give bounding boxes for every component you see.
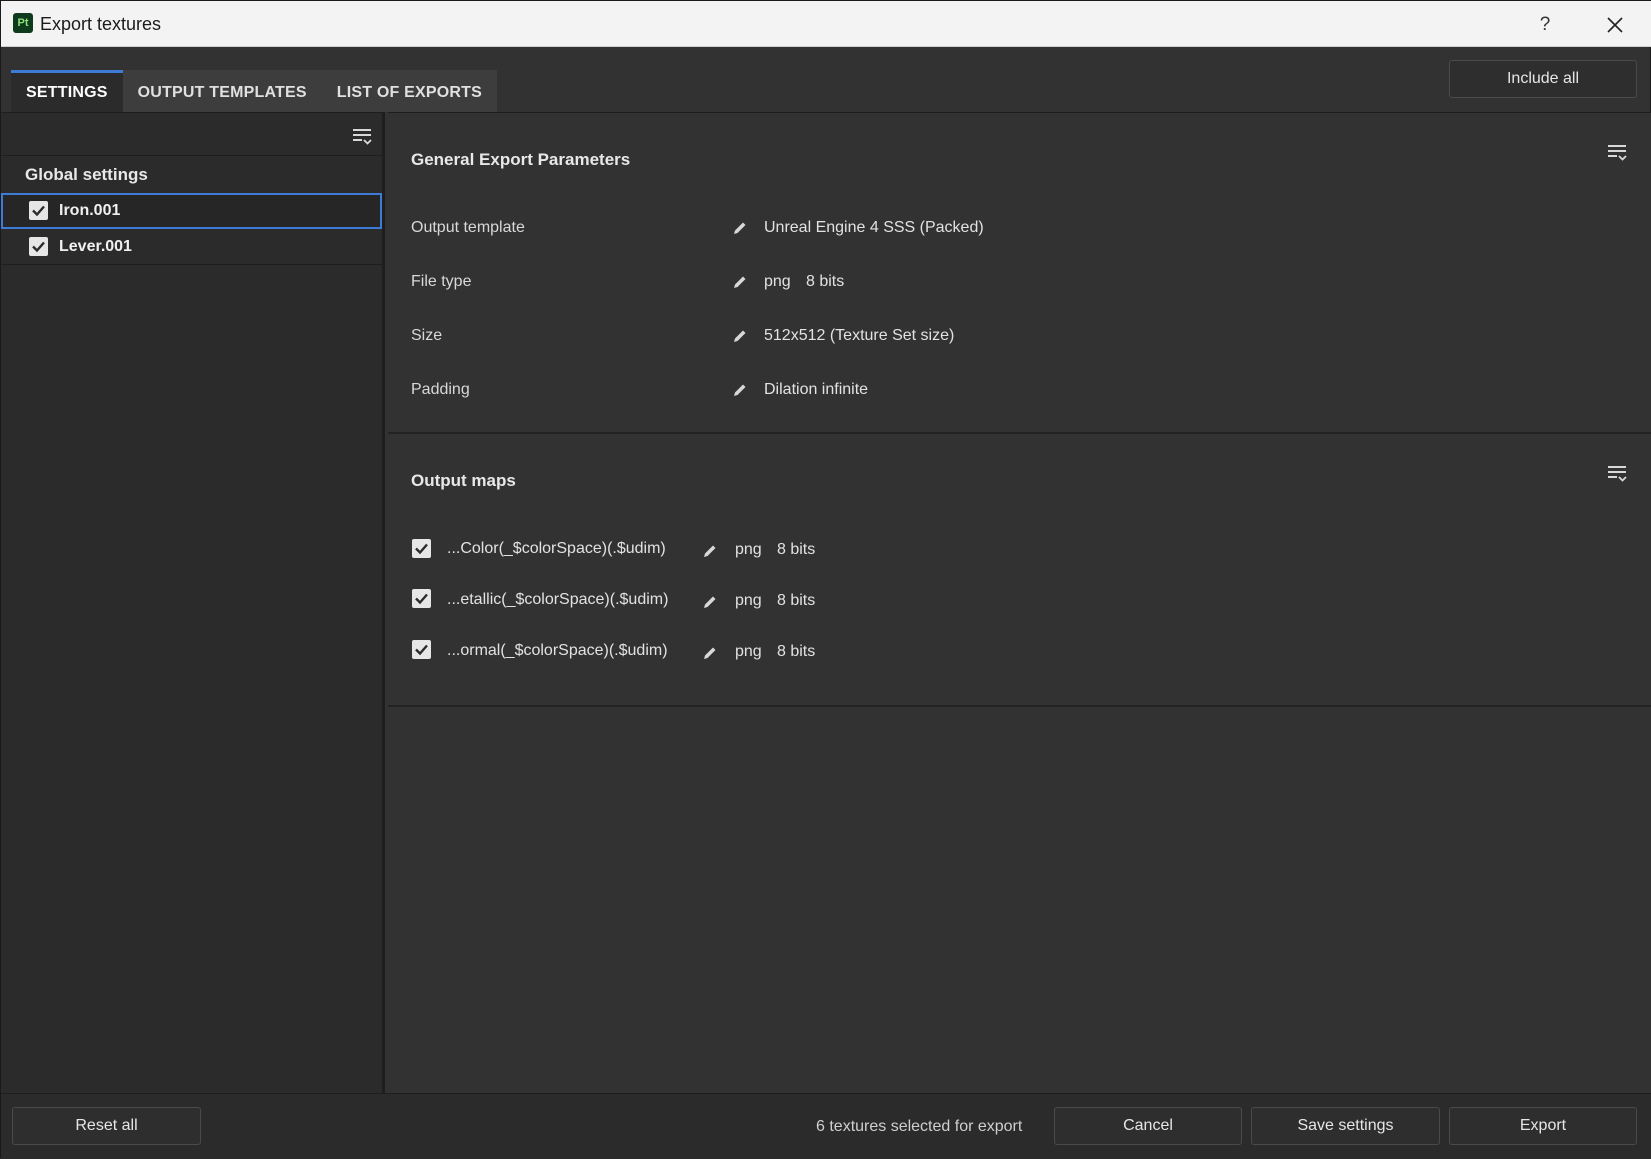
tab-settings[interactable]: SETTINGS	[11, 70, 123, 112]
size-edit-button[interactable]	[732, 328, 748, 344]
checkbox-checked-icon	[415, 593, 428, 605]
texture-set-menu-button[interactable]	[351, 125, 373, 152]
close-icon	[1607, 17, 1623, 33]
window-title: Export textures	[40, 14, 162, 34]
texture-set-checkbox[interactable]	[29, 237, 48, 256]
map-checkbox[interactable]	[412, 539, 431, 558]
map-edit-button[interactable]	[702, 645, 718, 661]
include-all-button[interactable]: Include all	[1449, 60, 1637, 98]
texture-set-panel: Global settings Iron.001 Lever.001	[1, 112, 385, 1093]
section-divider	[388, 432, 1651, 434]
map-name[interactable]: ...etallic(_$colorSpace)(.$udim)	[447, 591, 668, 609]
map-checkbox[interactable]	[412, 640, 431, 659]
reset-all-button[interactable]: Reset all	[12, 1107, 201, 1145]
section-divider	[388, 705, 1651, 707]
file-type-bits: 8 bits	[806, 273, 845, 290]
save-settings-button[interactable]: Save settings	[1251, 1107, 1440, 1145]
app-icon: Pt	[13, 13, 33, 33]
size-value: 512x512 (Texture Set size)	[764, 327, 955, 344]
map-name[interactable]: ...ormal(_$colorSpace)(.$udim)	[447, 642, 668, 660]
map-bits: 8 bits	[777, 541, 816, 558]
pencil-icon	[734, 222, 746, 234]
output-template-label: Output template	[411, 219, 525, 236]
texture-set-checkbox[interactable]	[29, 201, 48, 220]
pencil-icon	[734, 384, 746, 396]
pencil-icon	[704, 596, 716, 608]
file-type-value: png	[764, 273, 791, 290]
help-button[interactable]: ?	[1531, 11, 1559, 39]
texture-set-row-lever[interactable]: Lever.001	[1, 229, 382, 265]
output-maps-menu-button[interactable]	[1606, 462, 1628, 489]
map-format: png	[735, 541, 762, 558]
export-status: 6 textures selected for export	[816, 1118, 1023, 1135]
settings-panel: General Export Parameters Output templat…	[388, 112, 1651, 1093]
map-format: png	[735, 592, 762, 609]
cancel-button[interactable]: Cancel	[1054, 1107, 1242, 1145]
tab-output-templates[interactable]: OUTPUT TEMPLATES	[123, 70, 322, 112]
map-format: png	[735, 643, 762, 660]
checkbox-checked-icon	[415, 644, 428, 656]
padding-label: Padding	[411, 381, 470, 398]
pencil-icon	[704, 545, 716, 557]
size-label: Size	[411, 327, 443, 344]
map-bits: 8 bits	[777, 592, 816, 609]
tab-bar: SETTINGS OUTPUT TEMPLATES LIST OF EXPORT…	[11, 70, 497, 112]
file-type-label: File type	[411, 273, 472, 290]
general-export-title: General Export Parameters	[411, 150, 631, 169]
dialog-footer: Reset all 6 textures selected for export…	[1, 1093, 1651, 1159]
list-menu-icon	[1608, 466, 1627, 482]
map-edit-button[interactable]	[702, 543, 718, 559]
output-maps-title: Output maps	[411, 471, 516, 490]
list-menu-icon	[1608, 145, 1627, 161]
title-bar: Pt Export textures ?	[1, 1, 1651, 47]
pencil-icon	[704, 647, 716, 659]
panel-divider	[1, 155, 382, 156]
close-button[interactable]	[1601, 11, 1629, 39]
tab-list-of-exports[interactable]: LIST OF EXPORTS	[322, 70, 497, 112]
padding-value: Dilation infinite	[764, 381, 869, 398]
map-name[interactable]: ...Color(_$colorSpace)(.$udim)	[447, 540, 666, 558]
list-menu-icon	[353, 129, 372, 145]
texture-set-label: Iron.001	[59, 202, 121, 219]
output-template-value: Unreal Engine 4 SSS (Packed)	[764, 219, 984, 236]
file-type-edit-button[interactable]	[732, 274, 748, 290]
output-template-edit-button[interactable]	[732, 220, 748, 236]
general-menu-button[interactable]	[1606, 141, 1628, 168]
texture-set-label: Lever.001	[59, 238, 132, 255]
pencil-icon	[734, 276, 746, 288]
export-button[interactable]: Export	[1449, 1107, 1637, 1145]
texture-set-row-iron[interactable]: Iron.001	[1, 193, 382, 229]
map-edit-button[interactable]	[702, 594, 718, 610]
padding-edit-button[interactable]	[732, 382, 748, 398]
export-textures-dialog: Pt Export textures ? SETTINGS OUTPUT TEM…	[0, 0, 1651, 1159]
checkbox-checked-icon	[32, 241, 45, 253]
pencil-icon	[734, 330, 746, 342]
global-settings-label[interactable]: Global settings	[25, 165, 148, 185]
checkbox-checked-icon	[415, 543, 428, 555]
checkbox-checked-icon	[32, 205, 45, 217]
map-bits: 8 bits	[777, 643, 816, 660]
map-checkbox[interactable]	[412, 589, 431, 608]
